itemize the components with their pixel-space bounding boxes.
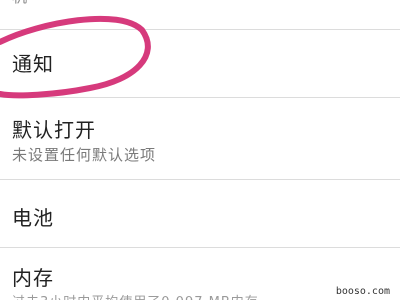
settings-item-title: 内存 <box>12 266 54 290</box>
app-settings-screen: 机 通知 默认打开 未设置任何默认选项 电池 内存 过去3小时内平均使用了0.0… <box>0 0 400 300</box>
settings-item-title: 电池 <box>12 206 54 230</box>
settings-item-battery[interactable]: 电池 <box>0 180 400 246</box>
settings-item-subtitle: 未设置任何默认选项 <box>12 146 157 164</box>
settings-item-title: 默认打开 <box>12 118 96 142</box>
settings-item-subtitle: 过去3小时内平均使用了0.097 MB内存 <box>12 291 259 300</box>
settings-item-title: 通知 <box>12 52 54 76</box>
settings-item-partial-label: 机 <box>12 0 28 7</box>
settings-item-open-by-default[interactable]: 默认打开 未设置任何默认选项 <box>0 98 400 178</box>
watermark: booso.com <box>333 286 392 297</box>
settings-item-partial: 机 <box>0 0 400 28</box>
settings-item-notifications[interactable]: 通知 <box>0 30 400 96</box>
